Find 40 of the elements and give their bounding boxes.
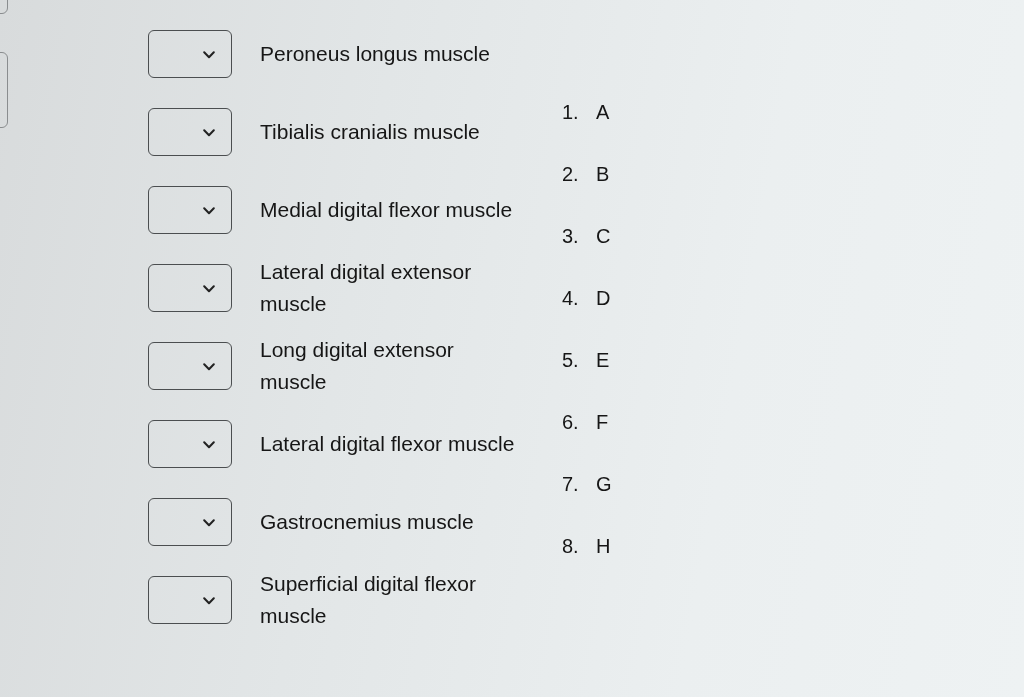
option-letter: B [596,162,610,187]
dropdown[interactable] [148,30,232,78]
option-number: 1. [562,100,580,125]
option-number: 4. [562,286,580,311]
option-number: 7. [562,472,580,497]
option-number: 3. [562,224,580,249]
item-label: Long digital extensor muscle [260,337,455,395]
option-letter: C [596,224,611,249]
option-letter: D [596,286,611,311]
dropdown[interactable] [148,264,232,312]
option-letter: E [596,348,610,373]
item-label: Gastrocnemius muscle [260,509,475,535]
chevron-down-icon [203,519,215,527]
option-number: 2. [562,162,580,187]
dropdown[interactable] [148,342,232,390]
chevron-down-icon [203,207,215,215]
chevron-down-icon [203,363,215,371]
option-letter: F [596,410,609,435]
option-letter: G [596,472,612,497]
chevron-down-icon [203,597,215,605]
item-label: Lateral digital extensor muscle [260,259,473,317]
chevron-down-icon [203,51,215,59]
dropdown[interactable] [148,108,232,156]
option-number: 6. [562,410,580,435]
option-number: 5. [562,348,580,373]
dropdown[interactable] [148,576,232,624]
chevron-down-icon [203,441,215,449]
chevron-down-icon [203,285,215,293]
option-letter: H [596,534,611,559]
dropdown[interactable] [148,420,232,468]
dropdown[interactable] [148,186,232,234]
item-label: Medial digital flexor muscle [260,197,514,223]
chevron-down-icon [203,129,215,137]
item-label: Lateral digital flexor muscle [260,431,516,457]
option-letter: A [596,100,610,125]
item-label: Peroneus longus muscle [260,41,491,67]
item-label: Superficial digital flexor muscle [260,571,477,629]
dropdown[interactable] [148,498,232,546]
item-label: Tibialis cranialis muscle [260,119,481,145]
option-number: 8. [562,534,580,559]
